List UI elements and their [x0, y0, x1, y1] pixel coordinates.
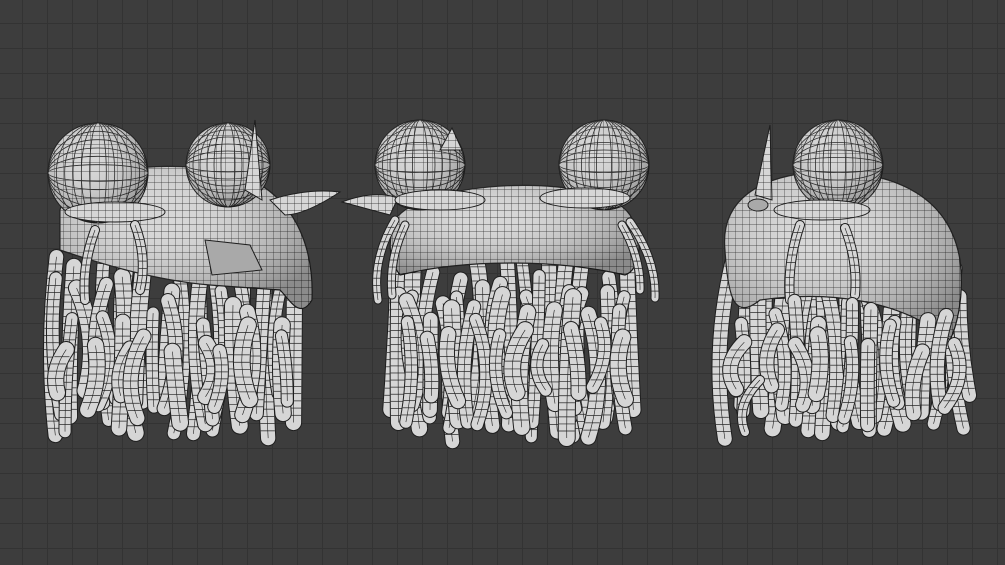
bun-tie — [394, 189, 486, 211]
3d-viewport[interactable] — [0, 0, 1005, 565]
hair-mesh-scene — [43, 119, 978, 450]
bun-tie — [539, 187, 631, 209]
hair-mesh-right-view — [711, 119, 978, 447]
hair-mesh-left-view — [43, 119, 342, 447]
bun-hole — [747, 198, 769, 212]
hair-mesh-front-view — [340, 119, 660, 450]
hair-horn — [754, 124, 773, 201]
bun-tie — [773, 199, 871, 221]
bun-tie — [64, 201, 166, 223]
hair-bun — [792, 119, 884, 211]
hair-ribbon — [340, 194, 399, 216]
